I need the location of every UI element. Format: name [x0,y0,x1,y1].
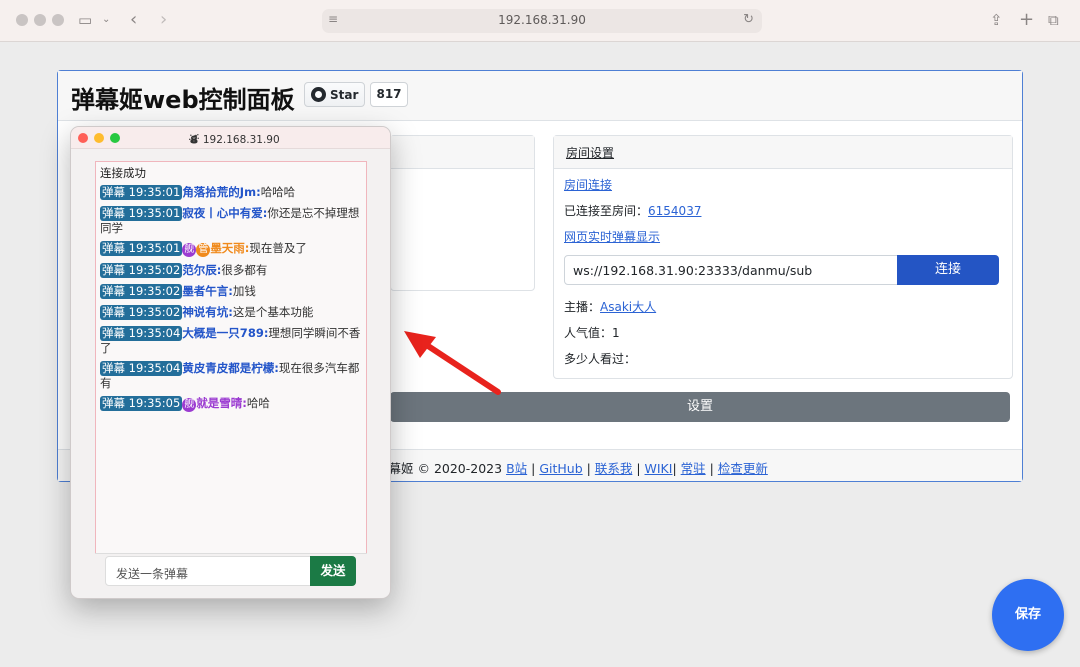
url-text: 192.168.31.90 [498,13,586,27]
send-button[interactable]: 发送 [310,556,356,586]
connection-status: 连接成功 [100,166,146,180]
danmu-type-time-tag: 弹幕 19:35:02 [100,305,183,320]
connected-label: 已连接至房间： [564,204,649,218]
danmu-type-time-tag: 弹幕 19:35:01 [100,241,183,256]
danmu-username[interactable]: 大概是一只789: [182,326,268,340]
web-danmu-display-link[interactable]: 网页实时弹幕显示 [564,230,660,244]
github-icon [311,87,326,102]
danmu-message-list: 弹幕 19:35:01 角落拾荒的Jm:哈哈哈 弹幕 19:35:01 寂夜丨心中有爱… [100,185,362,412]
footer-link-wiki[interactable]: WIKI [645,461,673,476]
red-arrow-annotation [404,331,501,395]
footer-link-check-update[interactable]: 检查更新 [718,461,768,476]
danmu-message: 弹幕 19:35:04 黄皮青皮都是柠檬:现在很多汽车都有 [100,361,362,390]
page-title: 弹幕姬web控制面板 [71,86,295,114]
danmu-type-time-tag: 弹幕 19:35:01 [100,185,183,200]
chevron-down-icon[interactable]: ⌄ [102,9,110,31]
star-label: Star [330,87,359,102]
danmu-username[interactable]: 角落拾荒的Jm: [182,185,260,199]
danmu-window-title: 192.168.31.90 [202,134,280,146]
danmu-message: 弹幕 19:35:05 舰就是雪晴:哈哈 [100,396,362,412]
danmu-message: 弹幕 19:35:04 大概是一只789:理想同学瞬间不香了 [100,326,362,355]
reload-icon[interactable]: ↻ [743,12,754,27]
danmu-window-titlebar: ⛇ 192.168.31.90 [71,127,390,149]
danmu-text: 加钱 [232,284,256,298]
danmu-username[interactable]: 寂夜丨心中有爱: [182,206,267,220]
danmu-text: 哈哈 [246,396,270,410]
danmu-send-input[interactable]: 发送一条弹幕 [105,556,311,586]
danmu-message: 弹幕 19:35:02 范尔辰:很多都有 [100,263,362,278]
back-icon[interactable]: ‹ [130,9,137,31]
site-favicon-icon: ⛇ [189,134,200,146]
danmu-type-time-tag: 弹幕 19:35:04 [100,361,183,376]
danmu-message: 弹幕 19:35:02 墨者午言:加钱 [100,284,362,299]
connect-button[interactable]: 连接 [897,255,999,285]
captain-badge: 舰 [182,398,197,412]
danmu-message: 弹幕 19:35:01 舰管墨天雨:现在普及了 [100,241,362,257]
danmu-text: 很多都有 [221,263,268,277]
danmu-text: 现在普及了 [249,241,307,255]
danmu-type-time-tag: 弹幕 19:35:01 [100,206,183,221]
tab-overview-icon[interactable]: ⧉ [1048,9,1059,31]
left-settings-card [390,135,535,291]
save-button[interactable]: 保存 [992,579,1064,651]
panel-header: 弹幕姬web控制面板 Star 817 [58,71,1022,121]
danmu-type-time-tag: 弹幕 19:35:02 [100,284,183,299]
footer-link-resident[interactable]: 常驻 [681,461,706,476]
websocket-url-input[interactable]: ws://192.168.31.90:23333/danmu/sub [564,255,898,285]
zoom-icon[interactable] [110,133,120,143]
footer-copyright: 弹幕姬 © 2020-2023 [376,461,503,476]
danmu-username[interactable]: 神说有坑: [182,305,233,319]
sidebar-toggle-icon[interactable]: ▭ [78,9,92,31]
close-icon[interactable] [78,133,88,143]
popularity-label: 人气值： [564,326,613,340]
danmu-username[interactable]: 墨者午言: [182,284,233,298]
danmu-text: 哈哈哈 [260,185,296,199]
footer-link-contact[interactable]: 联系我 [595,461,633,476]
danmu-message: 弹幕 19:35:02 神说有坑:这是个基本功能 [100,305,362,320]
room-id-link[interactable]: 6154037 [648,204,701,218]
room-settings-header: 房间设置 [554,136,1012,169]
window-minimize-light[interactable] [34,14,46,26]
room-settings-card: 房间设置 房间连接 已连接至房间：6154037 网页实时弹幕显示 ws://1… [553,135,1013,379]
browser-toolbar: ▭ ⌄ ‹ › ≡ 192.168.31.90 ↻ ⇪ + ⧉ [0,0,1080,42]
address-bar[interactable]: ≡ 192.168.31.90 ↻ [322,9,762,33]
danmu-type-time-tag: 弹幕 19:35:02 [100,263,183,278]
footer-link-bilibili[interactable]: B站 [506,461,527,476]
room-connect-link[interactable]: 房间连接 [564,178,612,192]
danmu-username[interactable]: 墨天雨: [210,241,249,255]
window-zoom-light[interactable] [52,14,64,26]
share-icon[interactable]: ⇪ [990,9,1003,31]
window-close-light[interactable] [16,14,28,26]
danmu-text: 这是个基本功能 [232,305,314,319]
danmu-send-bar: 发送一条弹幕 发送 [95,553,367,587]
danmu-message: 弹幕 19:35:01 寂夜丨心中有爱:你还是忘不掉理想同学 [100,206,362,235]
new-tab-icon[interactable]: + [1019,9,1034,31]
host-name-link[interactable]: Asaki大人 [600,300,656,314]
danmu-username[interactable]: 范尔辰: [182,263,221,277]
popularity-value: 1 [612,326,620,340]
host-label: 主播： [564,300,601,314]
danmu-username[interactable]: 就是雪晴: [196,396,247,410]
danmu-window: ⛇ 192.168.31.90 连接成功 弹幕 19:35:01 角落拾荒的Jm:… [70,126,391,599]
left-card-header [391,136,534,169]
footer-link-github[interactable]: GitHub [539,461,582,476]
minimize-icon[interactable] [94,133,104,143]
forward-icon[interactable]: › [160,9,167,31]
danmu-type-time-tag: 弹幕 19:35:04 [100,326,183,341]
star-count[interactable]: 817 [370,82,408,107]
danmu-username[interactable]: 黄皮青皮都是柠檬: [182,361,279,375]
danmu-message: 弹幕 19:35:01 角落拾荒的Jm:哈哈哈 [100,185,362,200]
viewers-label: 多少人看过： [564,352,637,366]
admin-badge: 管 [196,243,211,257]
danmu-chat-area[interactable]: 连接成功 弹幕 19:35:01 角落拾荒的Jm:哈哈哈 弹幕 19:35:01 寂夜… [95,161,367,554]
captain-badge: 舰 [182,243,197,257]
github-star-button[interactable]: Star [304,82,365,107]
danmu-type-time-tag: 弹幕 19:35:05 [100,396,183,411]
